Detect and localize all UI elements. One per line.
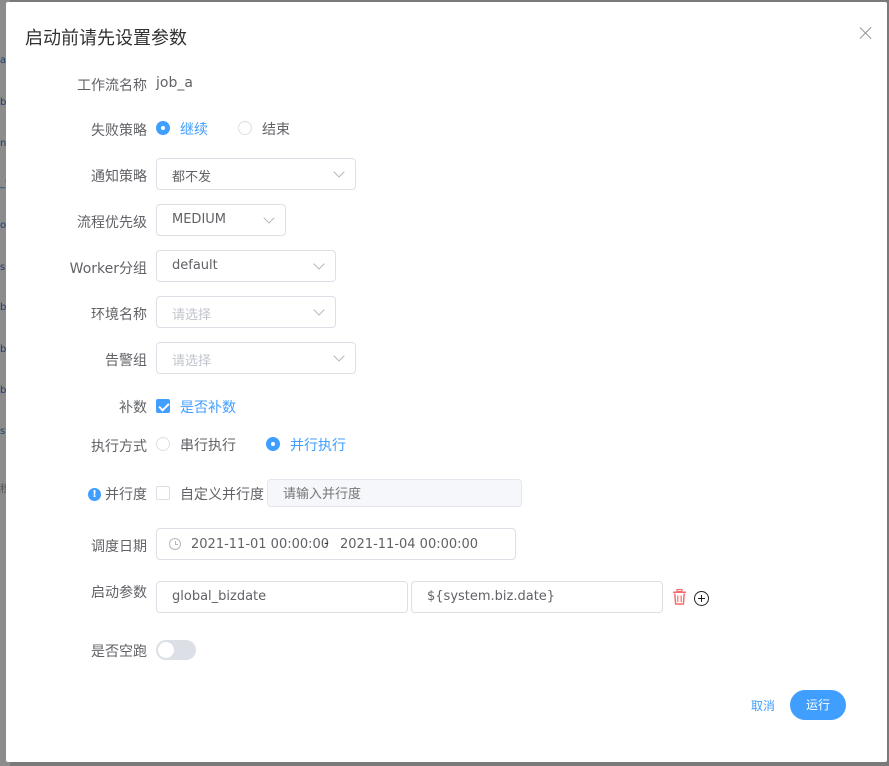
schedule-date-label: 调度日期	[91, 539, 147, 555]
dialog-title: 启动前请先设置参数	[25, 28, 187, 49]
close-icon[interactable]	[859, 26, 873, 40]
parallelism-label: 并行度	[105, 487, 147, 503]
custom-parallelism-checkbox[interactable]	[156, 486, 170, 500]
workflow-name-value: job_a	[156, 75, 193, 91]
custom-parallelism-label[interactable]: 自定义并行度	[180, 484, 264, 504]
param-value-value: ${system.biz.date}	[427, 589, 556, 604]
failure-continue-radio[interactable]	[156, 121, 170, 135]
notify-strategy-label: 通知策略	[91, 169, 147, 185]
parallelism-input[interactable]	[267, 479, 522, 507]
worker-group-select[interactable]: default	[156, 250, 336, 282]
environment-select[interactable]: 请选择	[156, 296, 336, 328]
parallel-radio[interactable]	[266, 437, 280, 451]
serial-label[interactable]: 串行执行	[180, 435, 236, 455]
process-priority-label: 流程优先级	[77, 215, 147, 231]
cancel-button[interactable]: 取消	[751, 697, 775, 714]
param-value-input[interactable]: ${system.biz.date}	[411, 581, 663, 613]
chevron-down-icon	[313, 258, 325, 270]
process-priority-select[interactable]: MEDIUM	[156, 204, 286, 236]
param-key-input[interactable]: global_bizdate	[156, 581, 408, 613]
dry-run-label: 是否空跑	[91, 644, 147, 660]
add-param-icon[interactable]	[694, 591, 709, 606]
start-params-dialog: 启动前请先设置参数 工作流名称 job_a 失败策略 继续 结束 通知策略 都不…	[6, 2, 887, 762]
serial-radio[interactable]	[156, 437, 170, 451]
alert-group-placeholder: 请选择	[172, 354, 212, 369]
startup-params-label: 启动参数	[91, 585, 147, 601]
complement-checkbox[interactable]	[156, 399, 170, 413]
date-range-separator: -	[324, 536, 329, 551]
notify-strategy-value: 都不发	[172, 170, 212, 185]
failure-end-label[interactable]: 结束	[262, 119, 290, 139]
param-key-value: global_bizdate	[172, 589, 267, 604]
chevron-down-icon	[333, 350, 345, 362]
clock-icon	[169, 538, 181, 550]
alert-group-select[interactable]: 请选择	[156, 342, 356, 374]
chevron-down-icon	[333, 166, 345, 178]
process-priority-value: MEDIUM	[172, 212, 227, 227]
delete-icon[interactable]	[672, 589, 687, 605]
complement-checkbox-label[interactable]: 是否补数	[180, 397, 236, 417]
switch-knob	[158, 642, 174, 658]
dry-run-switch[interactable]	[156, 640, 196, 660]
failure-end-radio[interactable]	[238, 121, 252, 135]
workflow-name-label: 工作流名称	[77, 78, 147, 94]
run-button[interactable]: 运行	[790, 690, 846, 720]
schedule-date-range-picker[interactable]: 2021-11-01 00:00:00 - 2021-11-04 00:00:0…	[156, 528, 516, 560]
alert-group-label: 告警组	[105, 353, 147, 369]
environment-label: 环境名称	[91, 307, 147, 323]
chevron-down-icon	[313, 304, 325, 316]
schedule-end-date[interactable]: 2021-11-04 00:00:00	[340, 537, 478, 552]
run-mode-label: 执行方式	[91, 439, 147, 455]
info-icon[interactable]: !	[88, 488, 101, 501]
worker-group-value: default	[172, 258, 218, 273]
worker-group-label: Worker分组	[69, 261, 147, 277]
schedule-start-date[interactable]: 2021-11-01 00:00:00	[191, 537, 329, 552]
parallel-label[interactable]: 并行执行	[290, 435, 346, 455]
failure-strategy-label: 失败策略	[91, 123, 147, 139]
chevron-down-icon	[263, 212, 275, 224]
environment-placeholder: 请选择	[172, 308, 212, 323]
complement-label: 补数	[119, 400, 147, 416]
failure-continue-label[interactable]: 继续	[180, 119, 208, 139]
notify-strategy-select[interactable]: 都不发	[156, 158, 356, 190]
